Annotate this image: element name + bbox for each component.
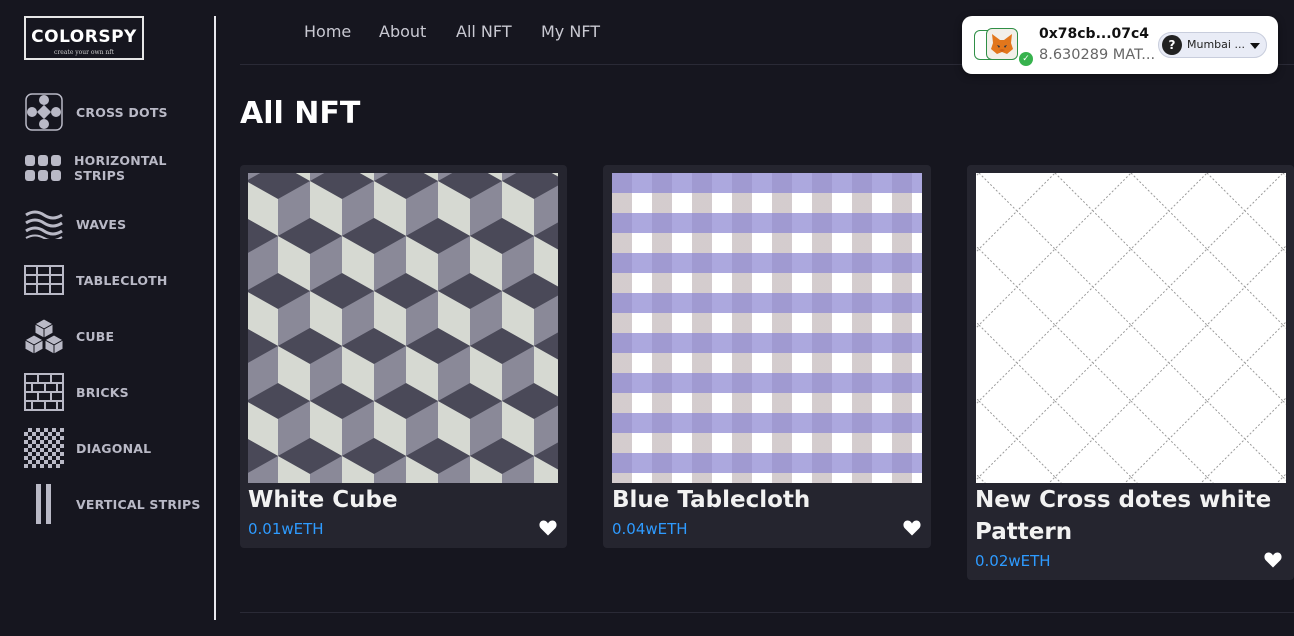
nav-my-nft-link[interactable]: My NFT bbox=[541, 22, 600, 41]
heart-icon[interactable] bbox=[539, 519, 557, 537]
sidebar-item-cross-dots[interactable]: CROSS DOTS bbox=[24, 92, 214, 132]
heart-icon[interactable] bbox=[903, 519, 921, 537]
metamask-fox-icon bbox=[986, 28, 1018, 60]
horizontal-strips-icon bbox=[24, 148, 62, 188]
nft-image-tablecloth[interactable] bbox=[612, 173, 922, 483]
cross-dots-icon bbox=[24, 92, 64, 132]
nav-home-link[interactable]: Home bbox=[304, 22, 351, 41]
wallet-address: 0x78cb...07c4 bbox=[1039, 26, 1150, 42]
sidebar-item-label: CUBE bbox=[76, 328, 115, 344]
waves-icon bbox=[24, 204, 64, 244]
page-title: All NFT bbox=[240, 96, 361, 131]
sidebar-item-tablecloth[interactable]: TABLECLOTH bbox=[24, 260, 214, 300]
nft-image-cross-dots[interactable] bbox=[976, 173, 1286, 483]
cube-icon bbox=[24, 316, 64, 356]
nft-price: 0.01wETH bbox=[248, 520, 324, 538]
sidebar-divider bbox=[214, 16, 216, 620]
nft-name: White Cube bbox=[248, 487, 398, 513]
sidebar-item-label: VERTICAL STRIPS bbox=[76, 496, 201, 512]
bricks-icon bbox=[24, 372, 64, 412]
sidebar: COLORSPY create your own nft CROSS DOTS … bbox=[0, 0, 216, 636]
nft-price: 0.04wETH bbox=[612, 520, 688, 538]
sidebar-item-label: BRICKS bbox=[76, 384, 129, 400]
heart-icon[interactable] bbox=[1264, 551, 1282, 569]
wallet-widget[interactable]: ✓ 0x78cb...07c4 8.630289 MAT... ? Mumbai… bbox=[962, 16, 1278, 74]
sidebar-item-vertical-strips[interactable]: VERTICAL STRIPS bbox=[24, 484, 214, 524]
nft-image-cube[interactable] bbox=[248, 173, 558, 483]
nft-card[interactable]: New Cross dotes white Pattern 0.02wETH bbox=[967, 165, 1294, 580]
sidebar-item-diagonal[interactable]: DIAGONAL bbox=[24, 428, 214, 468]
network-name: Mumbai ... bbox=[1187, 38, 1245, 51]
sidebar-item-label: CROSS DOTS bbox=[76, 104, 168, 120]
colorspy-logo[interactable]: COLORSPY create your own nft bbox=[24, 16, 144, 60]
sidebar-item-label: WAVES bbox=[76, 216, 127, 232]
vertical-strips-icon bbox=[24, 484, 64, 524]
nft-price: 0.02wETH bbox=[975, 552, 1051, 570]
sidebar-item-label: HORIZONTAL STRIPS bbox=[74, 153, 167, 183]
nft-card[interactable]: Blue Tablecloth 0.04wETH bbox=[603, 165, 931, 548]
sidebar-item-waves[interactable]: WAVES bbox=[24, 204, 214, 244]
diagonal-icon bbox=[24, 428, 64, 468]
nft-name: Blue Tablecloth bbox=[612, 487, 811, 513]
tablecloth-icon bbox=[24, 260, 64, 300]
sidebar-item-label: DIAGONAL bbox=[76, 440, 152, 456]
connected-check-icon: ✓ bbox=[1019, 52, 1033, 66]
divider bbox=[240, 612, 1294, 613]
wallet-balance: 8.630289 MAT... bbox=[1039, 47, 1156, 63]
sidebar-item-bricks[interactable]: BRICKS bbox=[24, 372, 214, 412]
sidebar-item-label: TABLECLOTH bbox=[76, 272, 168, 288]
logo-tagline: create your own nft bbox=[54, 49, 114, 56]
nav-about-link[interactable]: About bbox=[379, 22, 426, 41]
sidebar-item-horizontal-strips[interactable]: HORIZONTAL STRIPS bbox=[24, 148, 214, 188]
network-selector[interactable]: ? Mumbai ... bbox=[1158, 32, 1267, 58]
nft-name: New Cross dotes white Pattern bbox=[975, 487, 1272, 545]
sidebar-item-cube[interactable]: CUBE bbox=[24, 316, 214, 356]
nav-all-nft-link[interactable]: All NFT bbox=[456, 22, 512, 41]
caret-down-icon bbox=[1250, 43, 1260, 49]
logo-title: COLORSPY bbox=[31, 27, 137, 47]
help-icon: ? bbox=[1162, 35, 1182, 55]
nft-card[interactable]: White Cube 0.01wETH bbox=[240, 165, 567, 548]
